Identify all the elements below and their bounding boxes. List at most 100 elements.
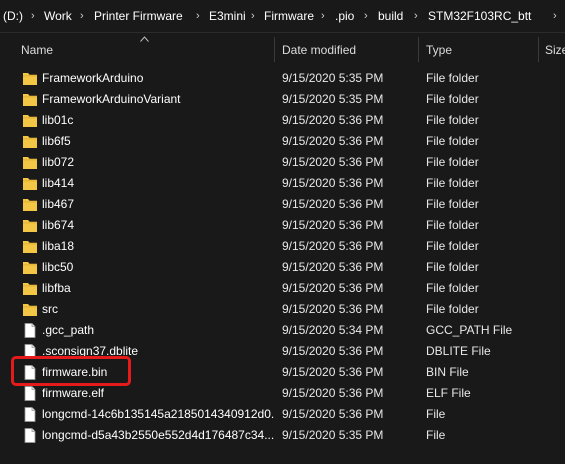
file-type: DBLITE File — [426, 344, 491, 358]
folder-icon — [22, 133, 38, 150]
folder-icon — [22, 301, 38, 318]
breadcrumb-separator[interactable]: › — [251, 8, 255, 24]
folder-row[interactable]: lib467 9/15/2020 5:36 PM File folder — [0, 194, 565, 215]
file-type: File folder — [426, 260, 479, 274]
folder-row[interactable]: lib072 9/15/2020 5:36 PM File folder — [0, 152, 565, 173]
file-icon — [22, 406, 38, 423]
folder-row[interactable]: src 9/15/2020 5:36 PM File folder — [0, 299, 565, 320]
file-name[interactable]: libc50 — [42, 260, 274, 275]
folder-icon — [22, 280, 38, 297]
column-header-date-modified[interactable]: Date modified — [282, 42, 356, 58]
file-name[interactable]: longcmd-d5a43b2550e552d4d176487c34... — [42, 428, 274, 443]
file-name[interactable]: libfba — [42, 281, 274, 296]
folder-row[interactable]: lib674 9/15/2020 5:36 PM File folder — [0, 215, 565, 236]
column-divider[interactable] — [418, 37, 419, 62]
column-divider[interactable] — [538, 37, 539, 62]
folder-icon — [22, 175, 38, 192]
file-row[interactable]: firmware.bin 9/15/2020 5:36 PM BIN File — [0, 362, 565, 383]
breadcrumb-firmware[interactable]: Firmware — [264, 8, 314, 24]
file-name[interactable]: lib072 — [42, 155, 274, 170]
folder-row[interactable]: lib414 9/15/2020 5:36 PM File folder — [0, 173, 565, 194]
file-type: BIN File — [426, 365, 469, 379]
file-type: File — [426, 407, 446, 421]
file-name[interactable]: longcmd-14c6b135145a2185014340912d0... — [42, 407, 274, 422]
file-row[interactable]: longcmd-14c6b135145a2185014340912d0... 9/… — [0, 404, 565, 425]
breadcrumb-printer-firmware[interactable]: Printer Firmware — [94, 8, 183, 24]
file-type: File folder — [426, 218, 479, 232]
folder-row[interactable]: liba18 9/15/2020 5:36 PM File folder — [0, 236, 565, 257]
breadcrumb-stm32f103rc-btt[interactable]: STM32F103RC_btt — [428, 8, 531, 24]
breadcrumb-e3mini[interactable]: E3mini — [209, 8, 246, 24]
column-header-size[interactable]: Size — [545, 42, 565, 58]
sort-ascending-icon — [140, 34, 149, 44]
folder-icon — [22, 217, 38, 234]
file-type: File — [426, 428, 446, 442]
folder-icon — [22, 70, 38, 87]
breadcrumb-separator[interactable]: › — [196, 8, 200, 24]
file-date-modified: 9/15/2020 5:36 PM — [282, 176, 384, 190]
file-name[interactable]: .gcc_path — [42, 323, 274, 338]
file-date-modified: 9/15/2020 5:35 PM — [282, 71, 384, 85]
file-name[interactable]: firmware.elf — [42, 386, 274, 401]
file-date-modified: 9/15/2020 5:36 PM — [282, 344, 384, 358]
breadcrumb-separator[interactable]: › — [321, 8, 325, 24]
chevron-down-icon[interactable]: › — [553, 8, 557, 24]
breadcrumb-work[interactable]: Work — [44, 8, 72, 24]
breadcrumb-drive[interactable]: (D:) — [3, 8, 23, 24]
breadcrumb-separator[interactable]: › — [414, 8, 418, 24]
folder-row[interactable]: lib6f5 9/15/2020 5:36 PM File folder — [0, 131, 565, 152]
file-icon — [22, 427, 38, 444]
file-date-modified: 9/15/2020 5:36 PM — [282, 155, 384, 169]
file-name[interactable]: lib414 — [42, 176, 274, 191]
file-date-modified: 9/15/2020 5:36 PM — [282, 365, 384, 379]
file-type: File folder — [426, 176, 479, 190]
column-header-type[interactable]: Type — [426, 42, 452, 58]
folder-icon — [22, 259, 38, 276]
column-header-row: Name Date modified Type Size — [0, 33, 565, 66]
address-bar[interactable]: (D:) › Work › Printer Firmware › E3mini … — [0, 0, 565, 33]
file-date-modified: 9/15/2020 5:35 PM — [282, 428, 384, 442]
file-date-modified: 9/15/2020 5:35 PM — [282, 92, 384, 106]
file-row[interactable]: .gcc_path 9/15/2020 5:34 PM GCC_PATH File — [0, 320, 565, 341]
file-name[interactable]: lib01c — [42, 113, 274, 128]
file-name[interactable]: src — [42, 302, 274, 317]
file-name[interactable]: FrameworkArduinoVariant — [42, 92, 274, 107]
file-icon — [22, 343, 38, 360]
breadcrumb-build[interactable]: build — [378, 8, 403, 24]
file-name[interactable]: lib674 — [42, 218, 274, 233]
file-row[interactable]: .sconsign37.dblite 9/15/2020 5:36 PM DBLIT… — [0, 341, 565, 362]
breadcrumb-separator[interactable]: › — [31, 8, 35, 24]
breadcrumb-separator[interactable]: › — [364, 8, 368, 24]
file-explorer-window: (D:) › Work › Printer Firmware › E3mini … — [0, 0, 565, 464]
file-icon — [22, 385, 38, 402]
folder-row[interactable]: FrameworkArduino 9/15/2020 5:35 PM File fo… — [0, 68, 565, 89]
folder-row[interactable]: FrameworkArduinoVariant 9/15/2020 5:35 PM… — [0, 89, 565, 110]
file-date-modified: 9/15/2020 5:36 PM — [282, 302, 384, 316]
file-name[interactable]: .sconsign37.dblite — [42, 344, 274, 359]
file-row[interactable]: longcmd-d5a43b2550e552d4d176487c34... 9/1… — [0, 425, 565, 446]
folder-icon — [22, 196, 38, 213]
folder-row[interactable]: lib01c 9/15/2020 5:36 PM File folder — [0, 110, 565, 131]
folder-row[interactable]: libfba 9/15/2020 5:36 PM File folder — [0, 278, 565, 299]
file-name[interactable]: firmware.bin — [42, 365, 274, 380]
file-name[interactable]: lib6f5 — [42, 134, 274, 149]
column-divider[interactable] — [274, 37, 275, 62]
file-date-modified: 9/15/2020 5:36 PM — [282, 239, 384, 253]
file-date-modified: 9/15/2020 5:36 PM — [282, 407, 384, 421]
file-row[interactable]: firmware.elf 9/15/2020 5:36 PM ELF File — [0, 383, 565, 404]
breadcrumb-pio[interactable]: .pio — [335, 8, 354, 24]
file-date-modified: 9/15/2020 5:36 PM — [282, 113, 384, 127]
breadcrumb-separator[interactable]: › — [80, 8, 84, 24]
folder-row[interactable]: libc50 9/15/2020 5:36 PM File folder — [0, 257, 565, 278]
file-name[interactable]: lib467 — [42, 197, 274, 212]
column-header-name[interactable]: Name — [21, 42, 53, 58]
folder-icon — [22, 91, 38, 108]
file-type: File folder — [426, 302, 479, 316]
file-type: File folder — [426, 71, 479, 85]
file-name[interactable]: FrameworkArduino — [42, 71, 274, 86]
file-date-modified: 9/15/2020 5:36 PM — [282, 260, 384, 274]
file-type: File folder — [426, 134, 479, 148]
file-type: ELF File — [426, 386, 471, 400]
file-icon — [22, 322, 38, 339]
file-name[interactable]: liba18 — [42, 239, 274, 254]
